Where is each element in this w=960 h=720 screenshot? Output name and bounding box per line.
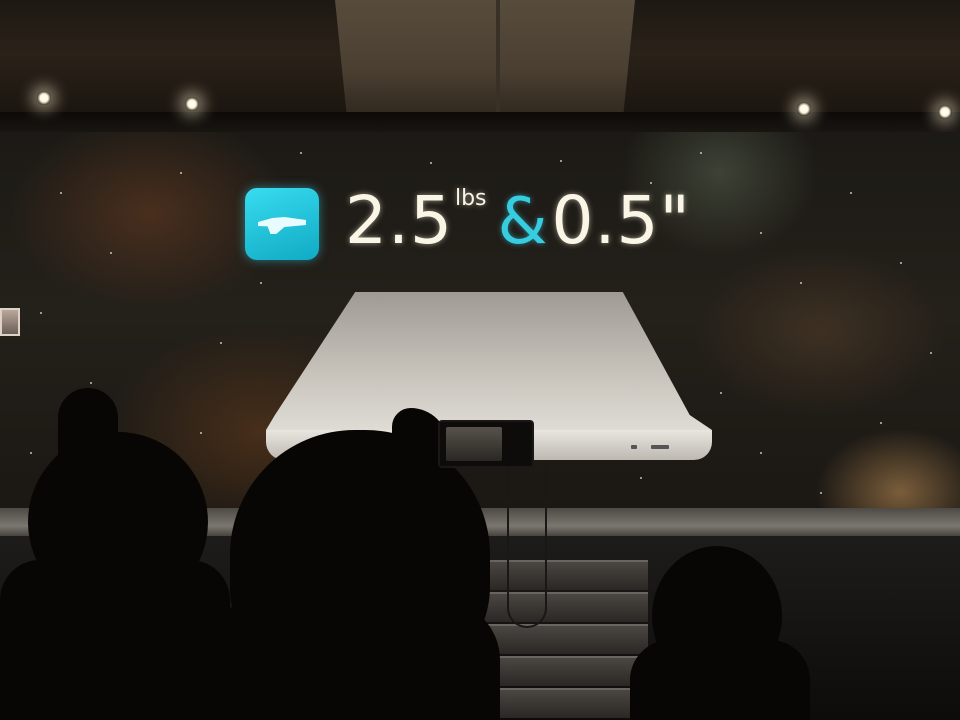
star — [260, 282, 262, 284]
stage-step — [478, 624, 648, 654]
audience-body-right — [630, 640, 810, 720]
spotlight-left — [37, 91, 51, 105]
star — [40, 312, 42, 314]
star — [90, 382, 92, 384]
exit-sign — [0, 308, 20, 336]
star — [430, 162, 432, 164]
camera-strap — [507, 466, 547, 628]
star — [900, 262, 902, 264]
star — [110, 252, 112, 254]
spec-headline: 2.5lbs &0.5" — [345, 182, 691, 272]
stage-step — [478, 688, 648, 718]
star — [760, 232, 762, 234]
spotlight-right — [938, 105, 952, 119]
thickness-value: 0.5" — [551, 182, 691, 259]
camera — [438, 420, 534, 468]
star — [850, 192, 852, 194]
stage-step — [478, 656, 648, 686]
spotlight-right-center — [797, 102, 811, 116]
lighting-truss — [0, 112, 960, 134]
star — [640, 477, 642, 479]
star — [220, 342, 222, 344]
ceiling-recess — [335, 0, 635, 118]
star — [180, 172, 182, 174]
star — [760, 452, 762, 454]
star — [200, 432, 202, 434]
star — [300, 152, 302, 154]
star — [30, 452, 32, 454]
star — [930, 352, 932, 354]
star — [720, 392, 722, 394]
star — [820, 492, 822, 494]
raised-hand-left — [58, 388, 118, 498]
airplane-icon — [258, 217, 306, 234]
audience-body-center — [200, 600, 500, 720]
weight-unit: lbs — [454, 186, 487, 211]
laptop-port — [651, 445, 669, 449]
camera-screen — [446, 427, 502, 461]
star — [560, 160, 562, 162]
connector-ampersand: & — [497, 185, 548, 259]
star — [60, 192, 62, 194]
spotlight-left-center — [185, 97, 199, 111]
star — [880, 422, 882, 424]
laptop-port — [631, 445, 637, 449]
audience-body-left — [0, 560, 230, 720]
ceiling-beam — [496, 0, 500, 118]
stage-step — [478, 592, 648, 622]
app-icon — [245, 188, 319, 260]
weight-value: 2.5 — [345, 182, 453, 259]
stage-step — [478, 560, 648, 590]
star — [700, 152, 702, 154]
star — [800, 282, 802, 284]
